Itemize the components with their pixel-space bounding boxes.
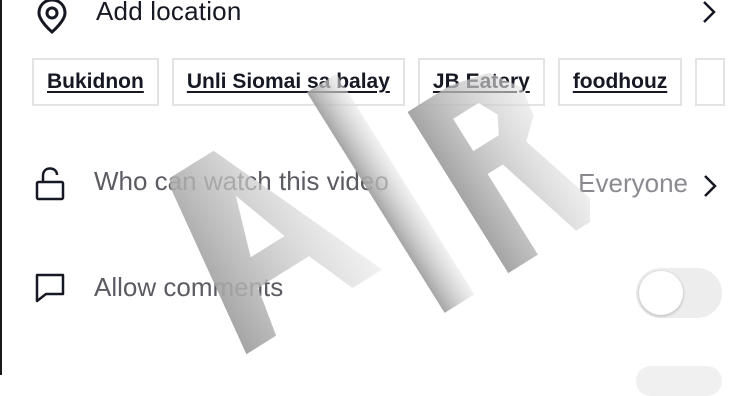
location-suggestion-chips: Bukidnon Unli Siomai sa balay JB Eatery foo… [32,58,750,106]
allow-comments-label: Allow comments [94,272,284,302]
allow-comments-row: Allow comments [0,266,750,322]
add-location-row[interactable]: Add location [0,0,750,34]
location-pin-icon [37,0,67,34]
comment-bubble-icon [35,273,65,303]
privacy-setting-row[interactable]: Who can watch this video Everyone [0,160,750,216]
next-setting-toggle-partial[interactable] [636,366,722,396]
chevron-right-icon [704,175,717,197]
location-chip[interactable]: Unli Siomai sa balay [171,58,405,106]
location-chip-partial[interactable] [695,58,726,106]
privacy-value: Everyone [578,168,688,198]
location-chip[interactable]: Bukidnon [32,58,159,106]
allow-comments-toggle[interactable] [636,268,722,318]
chevron-right-icon [703,1,716,23]
add-location-label: Add location [96,0,242,26]
toggle-knob [639,271,683,315]
unlocked-padlock-icon [35,167,65,201]
location-chip[interactable]: foodhouz [557,58,683,106]
privacy-label: Who can watch this video [94,166,389,196]
location-chip[interactable]: JB Eatery [417,58,545,106]
